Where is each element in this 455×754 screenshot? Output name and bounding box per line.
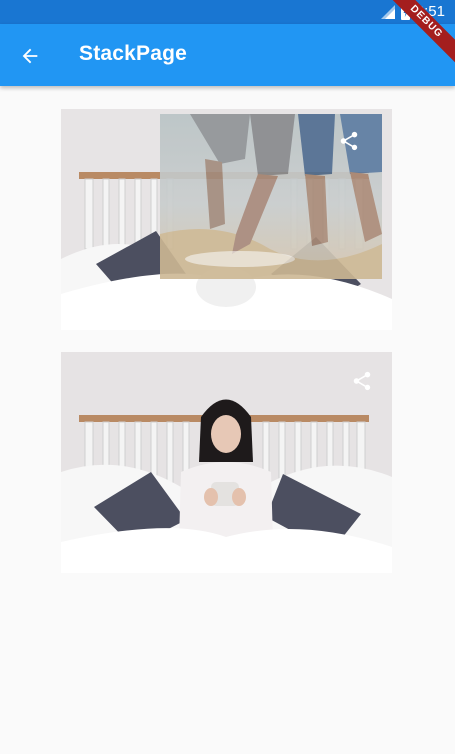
signal-icon xyxy=(380,5,395,19)
woman-in-bed-photo xyxy=(61,352,392,573)
back-button[interactable] xyxy=(14,40,46,72)
app-bar: StackPage xyxy=(0,24,455,86)
share-icon xyxy=(353,371,371,391)
status-bar: 2:51 xyxy=(0,0,455,24)
arrow-back-icon xyxy=(22,48,38,64)
stack-card-2 xyxy=(61,352,392,573)
page-title: StackPage xyxy=(79,42,188,65)
share-button[interactable] xyxy=(336,128,362,154)
stack-card-1 xyxy=(61,109,392,330)
share-button[interactable] xyxy=(349,368,375,394)
share-icon xyxy=(340,131,358,151)
